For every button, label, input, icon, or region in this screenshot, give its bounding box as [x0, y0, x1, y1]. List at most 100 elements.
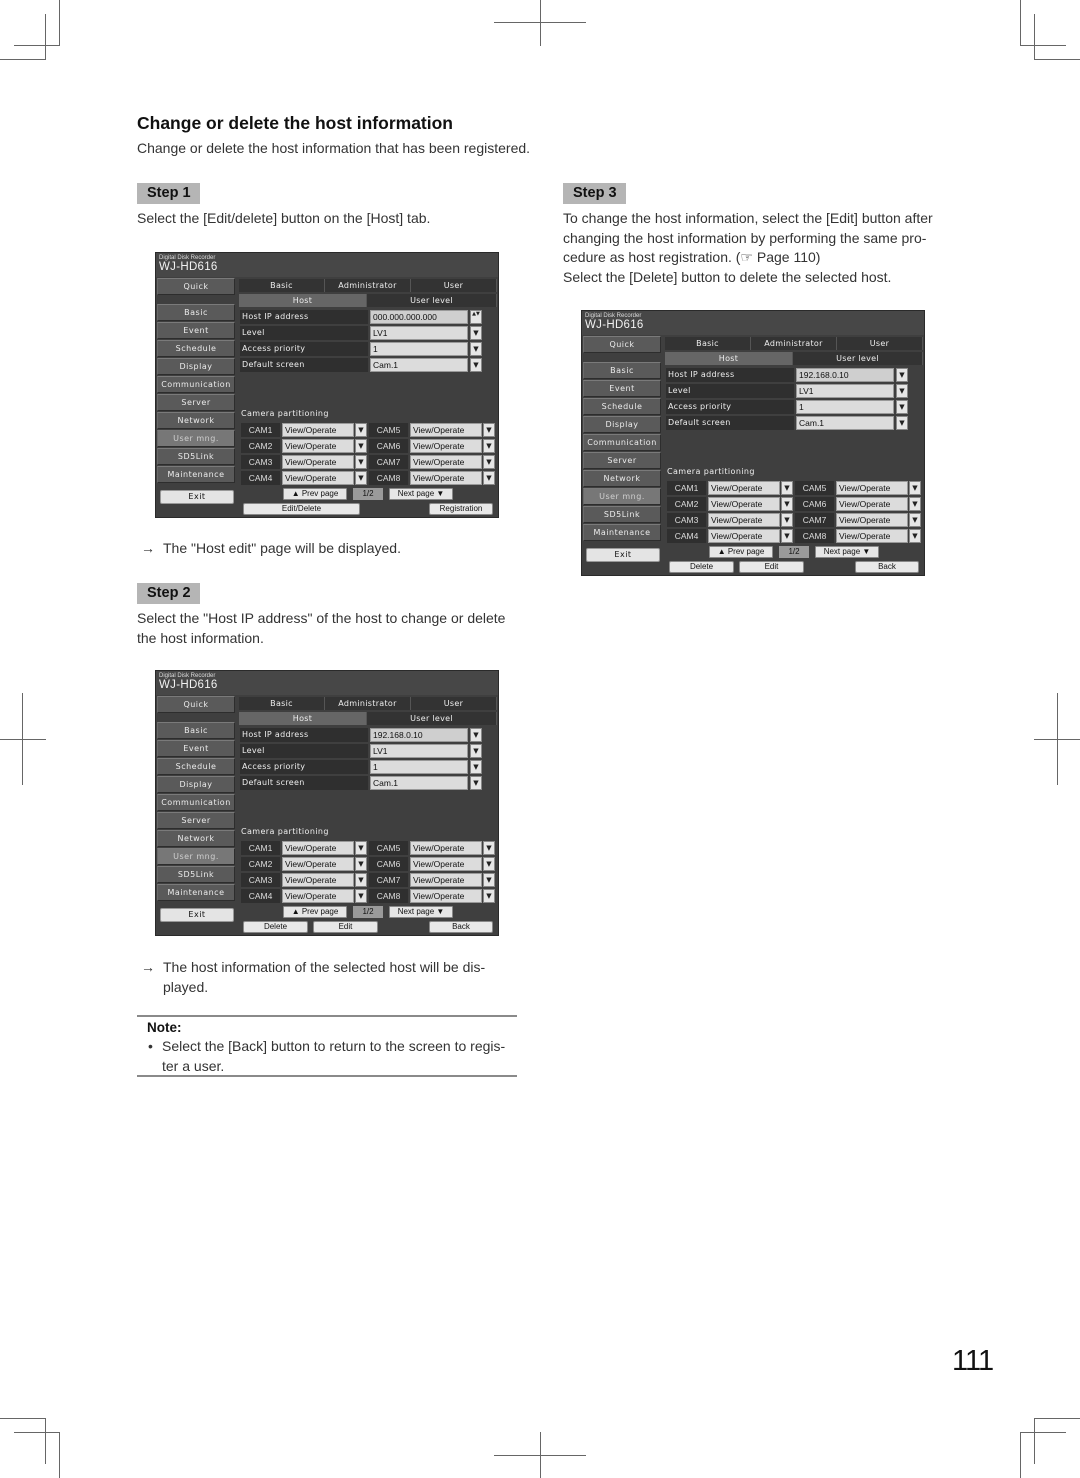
camera-permission-select[interactable]: View/Operate [836, 529, 908, 543]
dropdown-icon[interactable]: ▼ [483, 841, 495, 855]
sidebar-item-network[interactable]: Network [583, 470, 661, 487]
prev-page-button[interactable]: ▲ Prev page [709, 546, 773, 558]
subtab-user-level[interactable]: User level [793, 352, 923, 365]
dropdown-icon[interactable]: ▼ [781, 513, 793, 527]
camera-permission-select[interactable]: View/Operate [836, 481, 908, 495]
edit-button[interactable]: Edit [739, 561, 804, 573]
field-value[interactable]: 1 [796, 400, 894, 414]
sidebar-item-basic[interactable]: Basic [157, 722, 235, 739]
sidebar-item-quick[interactable]: Quick [157, 278, 235, 295]
sidebar-item-schedule[interactable]: Schedule [157, 340, 235, 357]
field-value[interactable]: LV1 [370, 326, 468, 340]
dropdown-icon[interactable]: ▼ [470, 326, 482, 340]
sidebar-item-event[interactable]: Event [157, 740, 235, 757]
field-value[interactable]: Cam.1 [370, 776, 468, 790]
sidebar-item-display[interactable]: Display [157, 358, 235, 375]
dropdown-icon[interactable]: ▼ [896, 400, 908, 414]
camera-permission-select[interactable]: View/Operate [282, 889, 354, 903]
camera-permission-select[interactable]: View/Operate [282, 439, 354, 453]
sidebar-item-user-mng[interactable]: User mng. [157, 848, 235, 865]
dropdown-icon[interactable]: ▼ [483, 857, 495, 871]
dropdown-icon[interactable]: ▼ [470, 760, 482, 774]
next-page-button[interactable]: Next page ▼ [389, 488, 453, 500]
field-value[interactable]: 192.168.0.10 [796, 368, 894, 382]
dropdown-icon[interactable]: ▼ [483, 889, 495, 903]
tab-user[interactable]: User [837, 337, 923, 350]
dropdown-icon[interactable]: ▼ [483, 423, 495, 437]
camera-permission-select[interactable]: View/Operate [708, 497, 780, 511]
camera-permission-select[interactable]: View/Operate [282, 873, 354, 887]
prev-page-button[interactable]: ▲ Prev page [283, 906, 347, 918]
dropdown-icon[interactable]: ▼ [909, 481, 921, 495]
sidebar-item-maintenance[interactable]: Maintenance [157, 466, 235, 483]
camera-permission-select[interactable]: View/Operate [708, 529, 780, 543]
field-value[interactable]: 000.000.000.000 [370, 310, 468, 324]
edit-delete-button[interactable]: Edit/Delete [243, 503, 360, 515]
field-value[interactable]: 1 [370, 760, 468, 774]
tab-basic[interactable]: Basic [665, 337, 751, 350]
sidebar-item-communication[interactable]: Communication [583, 434, 661, 451]
dropdown-icon[interactable]: ▼ [355, 841, 367, 855]
dropdown-icon[interactable]: ▼ [355, 423, 367, 437]
delete-button[interactable]: Delete [243, 921, 308, 933]
field-value[interactable]: 192.168.0.10 [370, 728, 468, 742]
camera-permission-select[interactable]: View/Operate [708, 513, 780, 527]
dropdown-icon[interactable]: ▼ [470, 776, 482, 790]
sidebar-item-schedule[interactable]: Schedule [157, 758, 235, 775]
subtab-host[interactable]: Host [239, 294, 367, 307]
spin-icon[interactable]: ▲▼ [470, 310, 482, 324]
dropdown-icon[interactable]: ▼ [355, 471, 367, 485]
next-page-button[interactable]: Next page ▼ [389, 906, 453, 918]
sidebar-item-sd5link[interactable]: SD5Link [583, 506, 661, 523]
sidebar-item-event[interactable]: Event [157, 322, 235, 339]
camera-permission-select[interactable]: View/Operate [282, 857, 354, 871]
dropdown-icon[interactable]: ▼ [355, 439, 367, 453]
dropdown-icon[interactable]: ▼ [470, 358, 482, 372]
tab-user[interactable]: User [411, 697, 497, 710]
field-value[interactable]: 1 [370, 342, 468, 356]
camera-permission-select[interactable]: View/Operate [836, 513, 908, 527]
subtab-user-level[interactable]: User level [367, 294, 497, 307]
camera-permission-select[interactable]: View/Operate [410, 471, 482, 485]
dropdown-icon[interactable]: ▼ [470, 744, 482, 758]
prev-page-button[interactable]: ▲ Prev page [283, 488, 347, 500]
edit-button[interactable]: Edit [313, 921, 378, 933]
field-value[interactable]: LV1 [796, 384, 894, 398]
sidebar-item-user-mng[interactable]: User mng. [583, 488, 661, 505]
dropdown-icon[interactable]: ▼ [781, 481, 793, 495]
tab-basic[interactable]: Basic [239, 697, 325, 710]
dropdown-icon[interactable]: ▼ [483, 471, 495, 485]
dropdown-icon[interactable]: ▼ [909, 497, 921, 511]
camera-permission-select[interactable]: View/Operate [410, 439, 482, 453]
exit-button[interactable]: Exit [586, 548, 660, 562]
dropdown-icon[interactable]: ▼ [781, 497, 793, 511]
back-button[interactable]: Back [855, 561, 919, 573]
dropdown-icon[interactable]: ▼ [483, 439, 495, 453]
dropdown-icon[interactable]: ▼ [470, 342, 482, 356]
sidebar-item-quick[interactable]: Quick [157, 696, 235, 713]
sidebar-item-user-mng[interactable]: User mng. [157, 430, 235, 447]
camera-permission-select[interactable]: View/Operate [410, 857, 482, 871]
dropdown-icon[interactable]: ▼ [355, 857, 367, 871]
subtab-host[interactable]: Host [239, 712, 367, 725]
camera-permission-select[interactable]: View/Operate [410, 455, 482, 469]
sidebar-item-communication[interactable]: Communication [157, 794, 235, 811]
back-button[interactable]: Back [429, 921, 493, 933]
delete-button[interactable]: Delete [669, 561, 734, 573]
tab-administrator[interactable]: Administrator [325, 279, 411, 292]
registration-button[interactable]: Registration [429, 503, 493, 515]
next-page-button[interactable]: Next page ▼ [815, 546, 879, 558]
sidebar-item-network[interactable]: Network [157, 830, 235, 847]
dropdown-icon[interactable]: ▼ [355, 455, 367, 469]
sidebar-item-display[interactable]: Display [583, 416, 661, 433]
sidebar-item-communication[interactable]: Communication [157, 376, 235, 393]
dropdown-icon[interactable]: ▼ [483, 455, 495, 469]
dropdown-icon[interactable]: ▼ [781, 529, 793, 543]
sidebar-item-schedule[interactable]: Schedule [583, 398, 661, 415]
dropdown-icon[interactable]: ▼ [896, 384, 908, 398]
dropdown-icon[interactable]: ▼ [355, 873, 367, 887]
sidebar-item-basic[interactable]: Basic [583, 362, 661, 379]
sidebar-item-server[interactable]: Server [157, 812, 235, 829]
dropdown-icon[interactable]: ▼ [896, 416, 908, 430]
subtab-user-level[interactable]: User level [367, 712, 497, 725]
